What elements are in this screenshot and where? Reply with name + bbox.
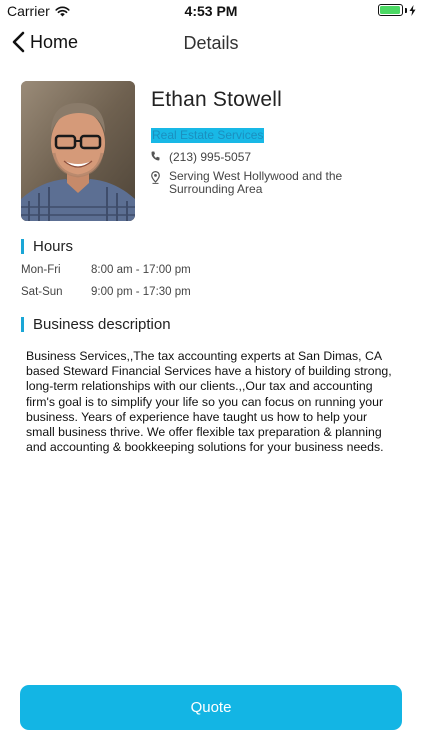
battery-indicator [378, 4, 416, 16]
hours-time: 9:00 pm - 17:30 pm [91, 286, 191, 298]
map-pin-icon [151, 171, 160, 184]
description-title: Business description [33, 316, 171, 333]
details-screen: Carrier 4:53 PM Home Details Ethan Stowe… [0, 0, 422, 750]
quote-button[interactable]: Quote [20, 685, 402, 730]
wifi-icon [55, 6, 70, 16]
hours-title: Hours [33, 238, 74, 255]
status-bar: Carrier 4:53 PM [0, 0, 422, 22]
avatar [21, 81, 135, 221]
hours-row: Sat-Sun 9:00 pm - 17:30 pm [21, 286, 191, 298]
phone-icon [151, 151, 160, 161]
battery-icon [378, 4, 403, 16]
service-area-row: Serving West Hollywood and the Surroundi… [151, 170, 369, 196]
carrier-indicator: Carrier [7, 3, 70, 19]
service-area-text: Serving West Hollywood and the Surroundi… [169, 169, 343, 196]
battery-cap [405, 7, 407, 13]
bolt-icon [409, 4, 416, 16]
hours-row: Mon-Fri 8:00 am - 17:00 pm [21, 264, 191, 276]
carrier-label: Carrier [7, 3, 50, 19]
profile-photo [21, 81, 135, 221]
navigation-bar: Home Details [0, 22, 422, 66]
business-description: Business Services,,The tax accounting ex… [26, 349, 392, 455]
section-accent-bar [21, 239, 24, 254]
back-button[interactable]: Home [12, 31, 78, 53]
hours-time: 8:00 am - 17:00 pm [91, 264, 191, 276]
section-accent-bar [21, 317, 24, 332]
category-label: Real Estate Services [151, 128, 265, 143]
description-section-header: Business description [21, 316, 171, 333]
phone-row[interactable]: (213) 995-5057 [151, 150, 251, 164]
profile-name: Ethan Stowell [151, 88, 283, 111]
hours-section-header: Hours [21, 238, 73, 255]
battery-fill [380, 6, 400, 14]
chevron-left-icon [12, 31, 25, 53]
hours-days: Sat-Sun [21, 286, 63, 298]
hours-days: Mon-Fri [21, 264, 61, 276]
back-label: Home [30, 31, 79, 52]
phone-number: (213) 995-5057 [169, 150, 252, 164]
